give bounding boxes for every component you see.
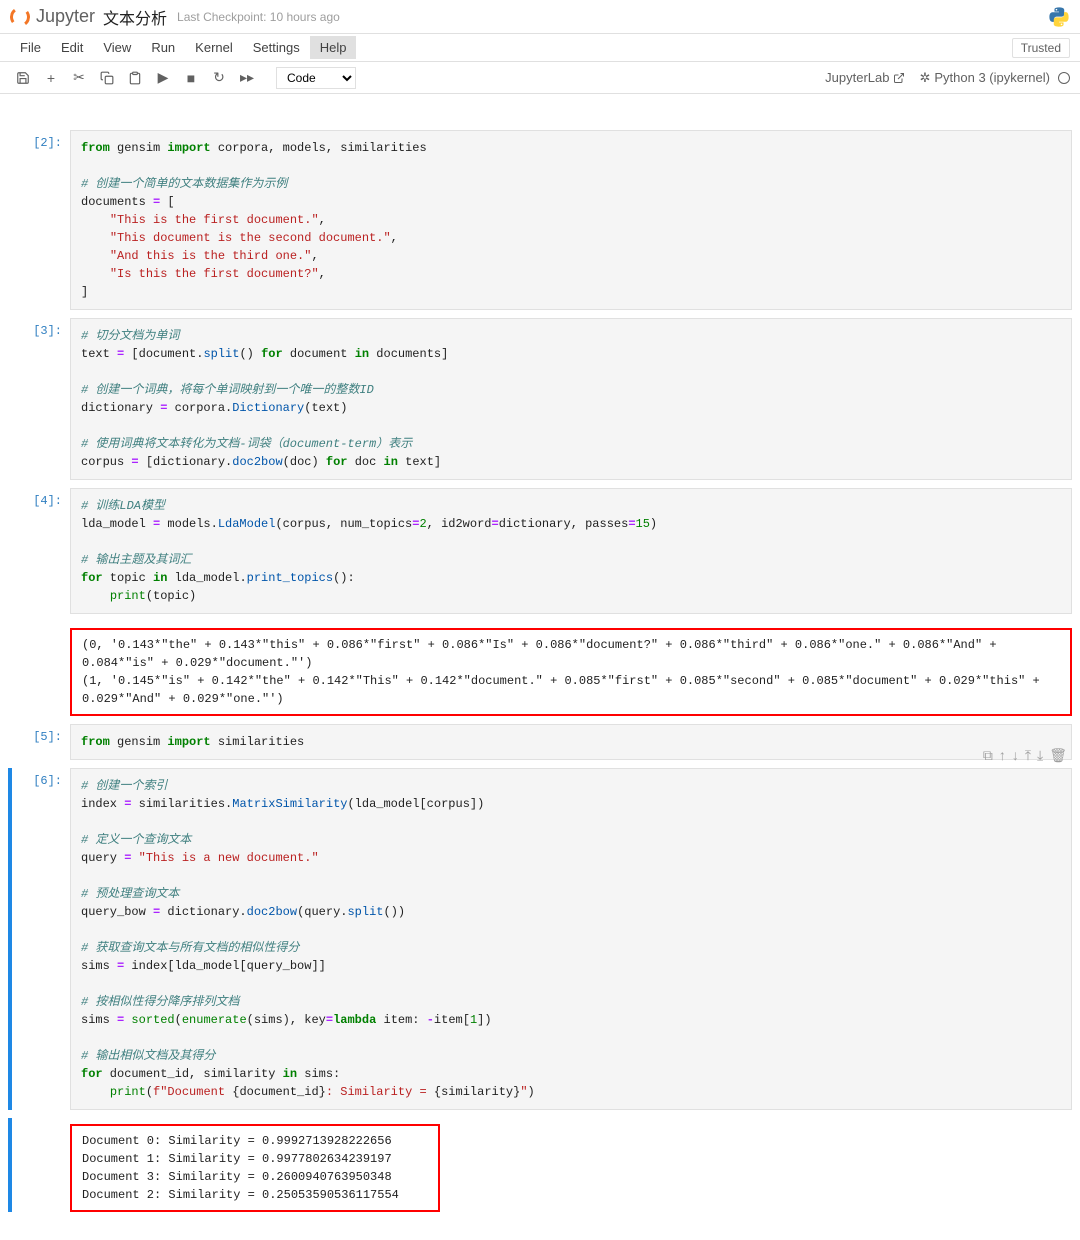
jupyter-logo-text: Jupyter	[36, 6, 95, 27]
code-input[interactable]: # 切分文档为单词 text = [document.split() for d…	[70, 318, 1072, 480]
python-icon	[1048, 6, 1070, 28]
toolbar: + ✂ ▶ ■ ↻ ▸▸ Code JupyterLab ✲ Python 3 …	[0, 62, 1080, 94]
cell-bluebar	[8, 622, 12, 716]
code-text[interactable]: from gensim import corpora, models, simi…	[81, 139, 1061, 301]
insert-below-icon[interactable]: ⤓	[1037, 747, 1043, 764]
restart-button[interactable]: ↻	[206, 66, 232, 90]
fast-forward-button[interactable]: ▸▸	[234, 66, 260, 90]
kernel-indicator[interactable]: ✲ Python 3 (ipykernel)	[919, 70, 1070, 86]
cell-type-selector[interactable]: Code	[276, 67, 356, 89]
cell-prompt: [5]:	[14, 724, 70, 760]
notebook-area[interactable]: [2]:from gensim import corpora, models, …	[0, 94, 1080, 1240]
output-text: Document 0: Similarity = 0.9992713928222…	[70, 1124, 440, 1212]
cell-bluebar	[8, 1118, 12, 1212]
cell-prompt: [6]:	[14, 768, 70, 1110]
jupyterlab-link[interactable]: JupyterLab	[825, 70, 905, 85]
menu-settings[interactable]: Settings	[243, 36, 310, 59]
jupyter-logo: Jupyter	[10, 6, 95, 27]
notebook-title[interactable]: 文本分析	[103, 5, 167, 29]
cell-input[interactable]: [5]: from gensim import similarities	[8, 724, 1072, 760]
output-text: (0, '0.143*"the" + 0.143*"this" + 0.086*…	[70, 628, 1072, 716]
cell-input[interactable]: [6]:⧉↑↓⤒⤓🗑# 创建一个索引 index = similarities.…	[8, 768, 1072, 1110]
cell-output: Document 0: Similarity = 0.9992713928222…	[8, 1118, 1072, 1212]
code-input[interactable]: from gensim import similarities	[70, 724, 1072, 760]
code-text[interactable]: # 切分文档为单词 text = [document.split() for d…	[81, 327, 1061, 471]
checkpoint-label: Last Checkpoint: 10 hours ago	[177, 10, 340, 24]
menu-help[interactable]: Help	[310, 36, 357, 59]
insert-above-icon[interactable]: ⤒	[1025, 747, 1031, 764]
duplicate-icon[interactable]: ⧉	[983, 747, 993, 764]
menu-view[interactable]: View	[93, 36, 141, 59]
cell-bluebar	[8, 130, 12, 310]
menu-edit[interactable]: Edit	[51, 36, 93, 59]
app-header: Jupyter 文本分析 Last Checkpoint: 10 hours a…	[0, 0, 1080, 34]
jupyter-circle-icon	[9, 5, 32, 28]
cut-button[interactable]: ✂	[66, 66, 92, 90]
menu-kernel[interactable]: Kernel	[185, 36, 243, 59]
cell-input[interactable]: [4]:# 训练LDA模型 lda_model = models.LdaMode…	[8, 488, 1072, 614]
output-prompt	[14, 1118, 70, 1212]
external-link-icon	[893, 72, 905, 84]
gear-icon: ✲	[919, 70, 930, 86]
add-cell-button[interactable]: +	[38, 66, 64, 90]
cell-toolbar: ⧉ ↑ ↓ ⤒ ⤓ 🗑	[983, 747, 1067, 764]
stop-button[interactable]: ■	[178, 66, 204, 90]
copy-button[interactable]	[94, 66, 120, 90]
menu-run[interactable]: Run	[141, 36, 185, 59]
code-text[interactable]: # 训练LDA模型 lda_model = models.LdaModel(co…	[81, 497, 1061, 605]
cell-bluebar	[8, 488, 12, 614]
kernel-status-icon	[1058, 72, 1070, 84]
menubar: File Edit View Run Kernel Settings Help …	[0, 34, 1080, 62]
save-button[interactable]	[10, 66, 36, 90]
cell-input[interactable]: [3]:# 切分文档为单词 text = [document.split() f…	[8, 318, 1072, 480]
code-input[interactable]: ⧉↑↓⤒⤓🗑# 创建一个索引 index = similarities.Matr…	[70, 768, 1072, 1110]
cell-prompt: [2]:	[14, 130, 70, 310]
menu-file[interactable]: File	[10, 36, 51, 59]
cell-prompt: [4]:	[14, 488, 70, 614]
cell-prompt: [3]:	[14, 318, 70, 480]
code-input[interactable]: # 训练LDA模型 lda_model = models.LdaModel(co…	[70, 488, 1072, 614]
move-up-icon[interactable]: ↑	[999, 747, 1006, 764]
delete-icon[interactable]: 🗑	[1049, 747, 1067, 764]
cell-bluebar	[8, 724, 12, 760]
cell-input[interactable]: [2]:from gensim import corpora, models, …	[8, 130, 1072, 310]
cell-output: (0, '0.143*"the" + 0.143*"this" + 0.086*…	[8, 622, 1072, 716]
output-prompt	[14, 622, 70, 716]
trusted-badge[interactable]: Trusted	[1012, 38, 1070, 58]
move-down-icon[interactable]: ↓	[1012, 747, 1019, 764]
code-input[interactable]: from gensim import corpora, models, simi…	[70, 130, 1072, 310]
code-text[interactable]: # 创建一个索引 index = similarities.MatrixSimi…	[81, 777, 1061, 1101]
cell-bluebar	[8, 318, 12, 480]
cell-bluebar	[8, 768, 12, 1110]
code-text[interactable]: from gensim import similarities	[81, 733, 1061, 751]
run-button[interactable]: ▶	[150, 66, 176, 90]
paste-button[interactable]	[122, 66, 148, 90]
